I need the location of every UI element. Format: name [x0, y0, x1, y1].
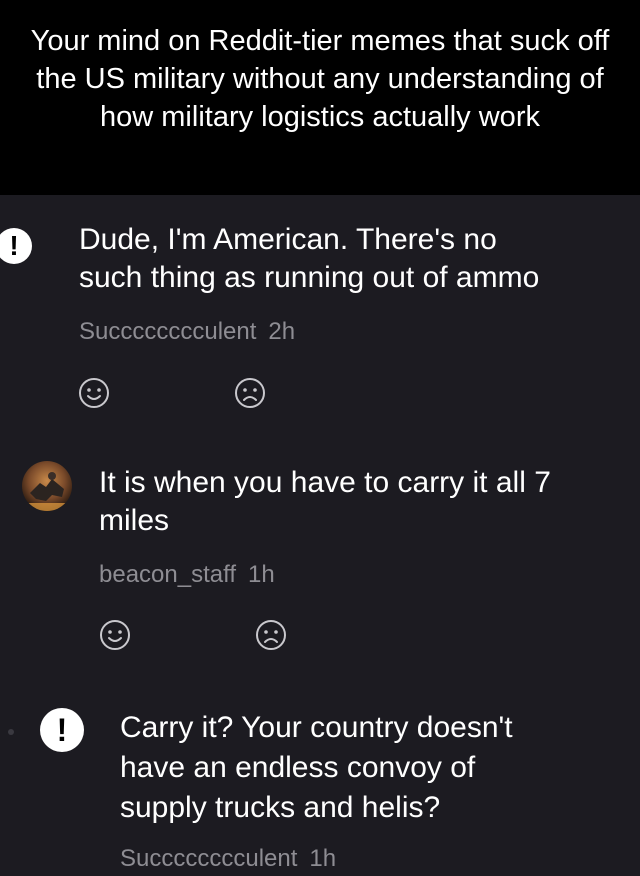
comment-text-line: Dude, I'm American. There's no: [79, 223, 497, 256]
comment-meta: beacon_staff 1h: [99, 561, 275, 589]
exclamation-avatar-icon[interactable]: !: [0, 228, 32, 264]
frowning-face-icon[interactable]: [233, 376, 267, 410]
comment-text-line: supply trucks and helis?: [120, 791, 441, 824]
comment-text-line: It is when you have to carry it all 7: [99, 466, 551, 499]
comment-meta: Succcccccculent 1h: [120, 845, 336, 873]
comment-text-line: such thing as running out of ammo: [79, 261, 540, 294]
smiley-face-icon[interactable]: [98, 618, 132, 652]
comment-text-line: Carry it? Your country doesn't: [120, 711, 513, 744]
comment-text-line: have an endless convoy of: [120, 751, 476, 784]
comment-time: 2h: [268, 318, 296, 345]
comment-username[interactable]: Succcccccculent: [79, 318, 256, 345]
comment-username[interactable]: beacon_staff: [99, 561, 236, 588]
photo-avatar-icon[interactable]: [22, 461, 72, 511]
comment-username[interactable]: Succcccccculent: [120, 845, 297, 872]
thread-indicator: [8, 729, 14, 735]
comment-meta: Succcccccculent 2h: [79, 318, 295, 346]
comment-text-line: miles: [99, 504, 170, 537]
comment-time: 1h: [309, 845, 337, 872]
smiley-face-icon[interactable]: [77, 376, 111, 410]
exclamation-avatar-icon[interactable]: !: [40, 708, 84, 752]
comment-time: 1h: [248, 561, 275, 588]
meme-caption: Your mind on Reddit-tier memes that suck…: [0, 0, 640, 195]
frowning-face-icon[interactable]: [254, 618, 288, 652]
